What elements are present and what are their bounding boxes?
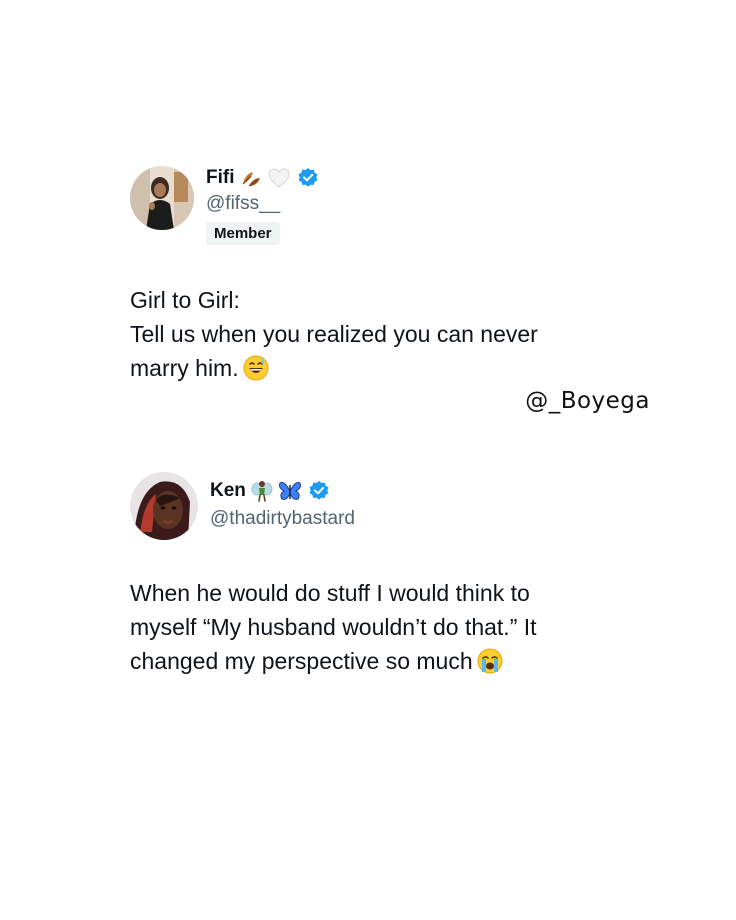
text-line: myself “My husband wouldn’t do that.” It [130,614,537,640]
text-line-content: marry him. [130,355,239,381]
verified-badge-icon [308,480,330,502]
post-header: Fifi @fifss__ Member [130,166,650,245]
handle[interactable]: @thadirtybastard [210,508,355,530]
loudly-crying-icon [477,648,503,674]
fairy-icon [250,479,274,503]
white-heart-icon [267,166,291,190]
avatar[interactable] [130,472,198,540]
display-name[interactable]: Fifi [206,167,235,189]
post-text: When he would do stuff I would think to … [130,576,650,678]
butterfly-icon [278,479,302,503]
text-line-last: marry him. [130,351,650,385]
name-row: Fifi [206,166,319,190]
text-line-content: changed my perspective so much [130,648,473,674]
text-line: Tell us when you realized you can never [130,321,538,347]
name-row: Ken [210,479,330,503]
post-card-fifi: Fifi @fifss__ Member Girl to Girl: Tell … [130,166,650,381]
avatar[interactable] [130,166,194,230]
text-line: Girl to Girl: [130,287,240,313]
text-line-last: changed my perspective so much [130,644,650,678]
post-card-ken: Ken @thadirtybastard When he would do st… [130,472,650,674]
handle[interactable]: @fifss__ [206,193,280,215]
post-text: Girl to Girl: Tell us when you realized … [130,283,650,385]
grinning-sweat-icon [243,355,269,381]
display-name[interactable]: Ken [210,480,246,502]
fallen-leaf-icon [239,166,263,190]
watermark: @_Boyega [525,388,650,414]
member-badge: Member [206,222,280,245]
text-line: When he would do stuff I would think to [130,580,530,606]
verified-badge-icon [297,167,319,189]
post-header: Ken @thadirtybastard [130,472,650,542]
